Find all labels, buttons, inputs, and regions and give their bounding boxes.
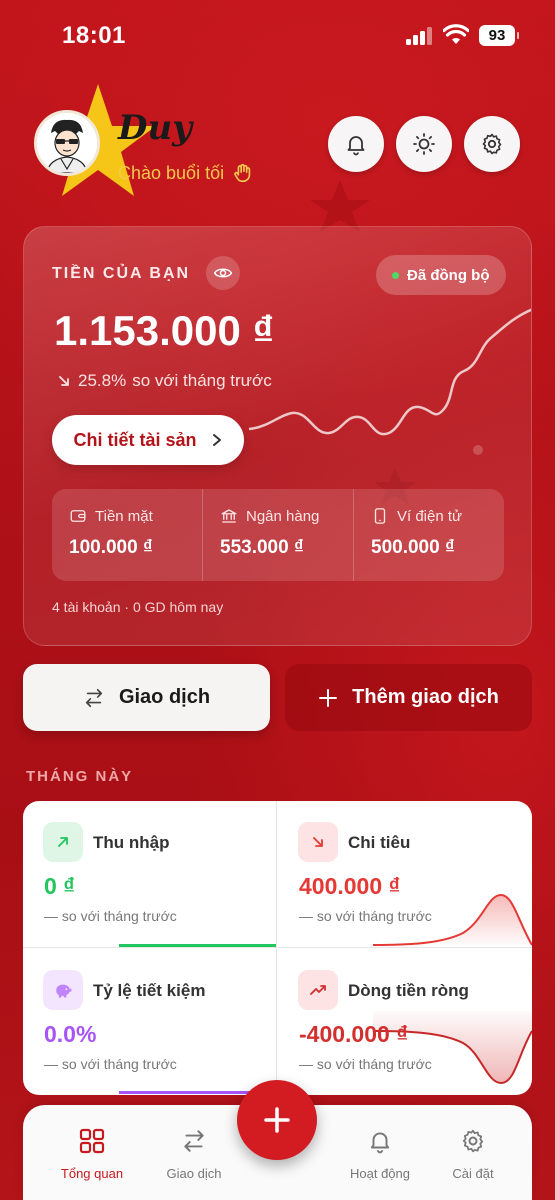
balance-change-text: so với tháng trước — [132, 371, 272, 390]
wallet-ewallet[interactable]: Ví điện tử 500.000 ₫ — [353, 489, 504, 581]
stat-cashflow-value: -400.000 ₫ — [299, 1021, 408, 1047]
accounts-summary: 4 tài khoản · 0 GD hôm nay — [52, 599, 224, 615]
piggy-bank-icon — [43, 970, 83, 1010]
stat-cashflow-label: Dòng tiền ròng — [348, 981, 469, 1000]
stat-income-value: 0 ₫ — [44, 873, 75, 899]
wallet-bank[interactable]: Ngân hàng 553.000 ₫ — [202, 489, 353, 581]
sync-status-text: Đã đồng bộ — [407, 266, 490, 284]
add-transaction-label: Thêm giao dịch — [352, 686, 499, 708]
balance-change-percent: 25.8% — [78, 371, 127, 390]
bank-icon — [221, 509, 237, 523]
nav-settings-label: Cài đặt — [452, 1166, 494, 1181]
add-fab-button[interactable] — [237, 1080, 317, 1160]
status-bar: 18:01 93 — [0, 0, 555, 70]
wallet-cash[interactable]: Tiền mặt 100.000 ₫ — [52, 489, 202, 581]
nav-item-activity[interactable]: Hoạt động — [330, 1125, 430, 1181]
plus-icon — [264, 1107, 290, 1133]
balance-amount: 1.153.000 ₫ — [54, 307, 275, 354]
wallet-summary: Tiền mặt 100.000 ₫ Ngân hàng 553.000 ₫ V… — [52, 489, 504, 581]
nav-item-settings[interactable]: Cài đặt — [423, 1125, 523, 1181]
nav-item-overview[interactable]: Tổng quan — [42, 1125, 142, 1181]
stat-income-compare: — so với tháng trước — [44, 908, 177, 924]
stat-savings-value: 0.0% — [44, 1021, 97, 1047]
stat-income[interactable]: Thu nhập 0 ₫ — so với tháng trước — [23, 801, 277, 948]
hand-wave-icon — [234, 163, 251, 183]
transactions-button[interactable]: Giao dịch — [23, 664, 270, 731]
stat-expense-compare: — so với tháng trước — [299, 908, 432, 924]
stat-income-label: Thu nhập — [93, 833, 170, 852]
phone-icon — [374, 508, 386, 524]
gear-icon — [482, 133, 502, 155]
balance-change: 25.8% so với tháng trước — [56, 371, 272, 391]
expense-icon — [298, 822, 338, 862]
nav-activity-label: Hoạt động — [350, 1166, 410, 1181]
swap-icon — [184, 1130, 204, 1152]
wallet-ewallet-label: Ví điện tử — [397, 507, 463, 525]
user-name: Duy — [118, 108, 192, 148]
stat-expense-value: 400.000 ₫ — [299, 873, 401, 899]
stat-net-cashflow[interactable]: Dòng tiền ròng -400.000 ₫ — so với tháng… — [278, 949, 532, 1095]
settings-button[interactable] — [464, 116, 520, 172]
stat-savings-compare: — so với tháng trước — [44, 1056, 177, 1072]
balance-label: TIỀN CỦA BẠN — [52, 265, 191, 282]
bell-icon — [347, 136, 365, 156]
nav-transactions-label: Giao dịch — [166, 1166, 222, 1181]
grid-icon — [79, 1128, 105, 1154]
stat-cashflow-compare: — so với tháng trước — [299, 1056, 432, 1072]
wallet-cash-label: Tiền mặt — [95, 507, 153, 525]
bell-icon — [370, 1132, 390, 1154]
stat-income-bar — [119, 944, 276, 947]
wifi-icon — [443, 24, 469, 44]
nav-item-transactions[interactable]: Giao dịch — [144, 1125, 244, 1181]
signal-icon — [406, 27, 432, 45]
avatar[interactable] — [34, 110, 100, 176]
income-icon — [43, 822, 83, 862]
transactions-button-label: Giao dịch — [118, 686, 211, 708]
balance-card: TIỀN CỦA BẠN Đã đồng bộ 1.153.000 ₫ 25.8… — [23, 226, 532, 646]
wallet-cash-amount: 100.000 ₫ — [69, 537, 153, 558]
theme-toggle-button[interactable] — [396, 116, 452, 172]
gear-icon — [462, 1129, 484, 1153]
swap-icon — [85, 688, 103, 707]
asset-details-label: Chi tiết tài sản — [73, 429, 197, 450]
nav-overview-label: Tổng quan — [60, 1166, 124, 1181]
wallet-icon — [70, 510, 86, 522]
stat-expense[interactable]: Chi tiêu 400.000 ₫ — so với tháng trước — [278, 801, 532, 948]
monthly-stats: Thu nhập 0 ₫ — so với tháng trước Chi ti… — [23, 801, 532, 1095]
greeting-text: Chào buổi tối — [118, 162, 225, 183]
wallet-bank-label: Ngân hàng — [246, 507, 320, 525]
arrow-down-right-icon — [59, 376, 69, 386]
sync-status-badge: Đã đồng bộ — [376, 255, 506, 295]
plus-icon — [319, 688, 338, 707]
status-time: 18:01 — [62, 22, 126, 49]
notifications-button[interactable] — [328, 116, 384, 172]
wallet-ewallet-amount: 500.000 ₫ — [371, 537, 455, 558]
asset-details-button[interactable]: Chi tiết tài sản — [52, 415, 244, 465]
chevron-right-icon — [212, 434, 221, 446]
stat-savings-label: Tỷ lệ tiết kiệm — [93, 981, 206, 1000]
section-title-this-month: THÁNG NÀY — [26, 768, 134, 785]
wallet-bank-amount: 553.000 ₫ — [220, 537, 304, 558]
toggle-visibility-button[interactable] — [206, 256, 240, 290]
eye-icon — [213, 268, 233, 278]
add-transaction-button[interactable]: Thêm giao dịch — [285, 664, 532, 731]
stat-savings-rate[interactable]: Tỷ lệ tiết kiệm 0.0% — so với tháng trướ… — [23, 949, 277, 1095]
stat-expense-label: Chi tiêu — [348, 833, 411, 852]
trend-up-icon — [298, 970, 338, 1010]
greeting: Chào buổi tối — [118, 162, 254, 184]
avatar-illustration — [37, 113, 97, 173]
battery-indicator: 93 — [479, 25, 519, 46]
sync-dot-icon — [392, 271, 399, 279]
sun-icon — [413, 133, 435, 155]
